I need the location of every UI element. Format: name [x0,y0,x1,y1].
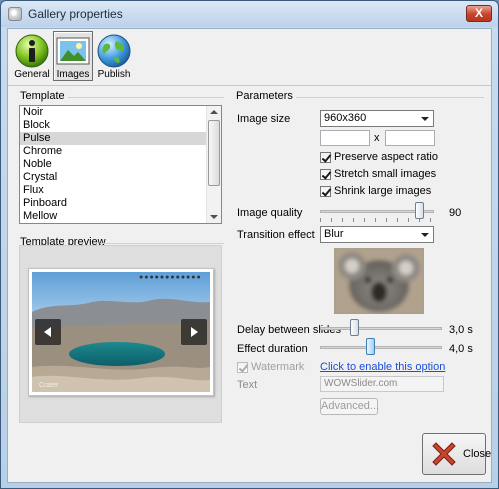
tab-general[interactable]: General [12,31,52,81]
stretch-small-label: Stretch small images [334,168,437,180]
preserve-aspect-label: Preserve aspect ratio [334,151,438,163]
shrink-large-label: Shrink large images [334,185,432,197]
transition-effect-value: Blur [324,228,344,240]
image-quality-slider[interactable] [320,202,434,222]
scroll-down-icon[interactable] [210,215,218,219]
template-list-scrollbar[interactable] [206,106,221,223]
enable-watermark-link[interactable]: Click to enable this option [320,361,445,373]
next-arrow-icon [181,319,207,345]
delay-slider[interactable] [320,319,442,339]
toolbar: General Images Publish [8,29,491,84]
transition-preview-image [334,248,424,314]
slide-caption: Crater [39,382,59,389]
app-icon [8,7,22,21]
list-item[interactable]: Noble [20,158,221,171]
list-item[interactable]: Flux [20,184,221,197]
title-bar[interactable]: Gallery properties X [1,1,498,27]
scroll-thumb[interactable] [208,120,220,186]
stretch-small-checkbox[interactable]: Stretch small images [320,168,436,181]
image-quality-label: Image quality [237,207,303,219]
scroll-up-icon[interactable] [210,110,218,114]
delay-value: 3,0 s [449,324,473,336]
effect-duration-slider[interactable] [320,338,442,358]
slider-thumb[interactable] [350,319,359,336]
globe-icon [97,34,131,68]
template-group-label: Template [20,90,65,102]
checkbox-icon [237,362,248,373]
slide-dots: ●●●●●●●●●●●● [139,274,202,281]
image-icon [56,37,90,65]
parameters-group-label: Parameters [236,90,293,102]
list-item[interactable]: Chrome [20,145,221,158]
text-label: Text [237,379,258,391]
slider-thumb[interactable] [366,338,375,355]
slider-track [320,346,442,349]
list-item[interactable]: Pinboard [20,197,221,210]
list-item[interactable]: Mellow [20,210,221,223]
checkbox-icon[interactable] [320,169,331,180]
list-item[interactable]: Crystal [20,171,221,184]
transition-effect-select[interactable]: Blur [320,226,434,243]
parameters-group-line [296,97,484,98]
window-close-button[interactable]: X [466,5,492,22]
dialog-client-area: General Images Publish Template Noir Blo… [7,28,492,483]
image-size-value: 960x360 [324,112,367,124]
watermark-checkbox: Watermark [237,361,304,374]
list-item[interactable]: Pulse [20,132,221,145]
preview-slide: ●●●●●●●●●●●● Crater [28,268,214,396]
close-button[interactable]: Close [422,433,491,475]
list-item[interactable]: Block [20,119,221,132]
size-separator: x [374,132,380,144]
info-icon [15,34,49,68]
template-group-line [68,97,224,98]
watermark-text-field: WOWSlider.com [320,376,444,392]
toolbar-separator [8,85,491,86]
image-size-select[interactable]: 960x360 [320,110,434,127]
slider-track [320,327,442,330]
image-height-field[interactable] [385,130,435,146]
template-listbox[interactable]: Noir Block Pulse Chrome Noble Crystal Fl… [19,105,222,224]
effect-duration-value: 4,0 s [449,343,473,355]
prev-arrow-icon [35,319,61,345]
chevron-down-icon [421,117,429,121]
effect-duration-label: Effect duration [237,343,308,355]
chevron-down-icon [421,233,429,237]
tab-general-label: General [14,69,50,80]
window-title: Gallery properties [28,7,123,21]
checkbox-icon[interactable] [320,152,331,163]
preview-group-line [100,243,224,244]
tab-images[interactable]: Images [53,31,93,81]
checkbox-icon[interactable] [320,186,331,197]
watermark-label: Watermark [251,361,305,373]
template-preview: ●●●●●●●●●●●● Crater [19,245,222,423]
image-size-label: Image size [237,113,291,125]
image-width-field[interactable] [320,130,370,146]
preserve-aspect-checkbox[interactable]: Preserve aspect ratio [320,151,438,164]
tab-publish-label: Publish [97,69,131,80]
list-item[interactable]: Noir [20,106,221,119]
close-icon [432,442,456,466]
transition-effect-label: Transition effect [237,229,315,241]
image-quality-value: 90 [449,207,462,219]
tab-publish[interactable]: Publish [94,31,134,81]
close-button-label: Close [463,448,492,460]
slider-thumb[interactable] [415,202,424,219]
gallery-properties-window: Gallery properties X General Images Publ… [0,0,499,489]
shrink-large-checkbox[interactable]: Shrink large images [320,185,431,198]
tab-images-label: Images [56,69,90,80]
advanced-button: Advanced... [320,398,379,415]
